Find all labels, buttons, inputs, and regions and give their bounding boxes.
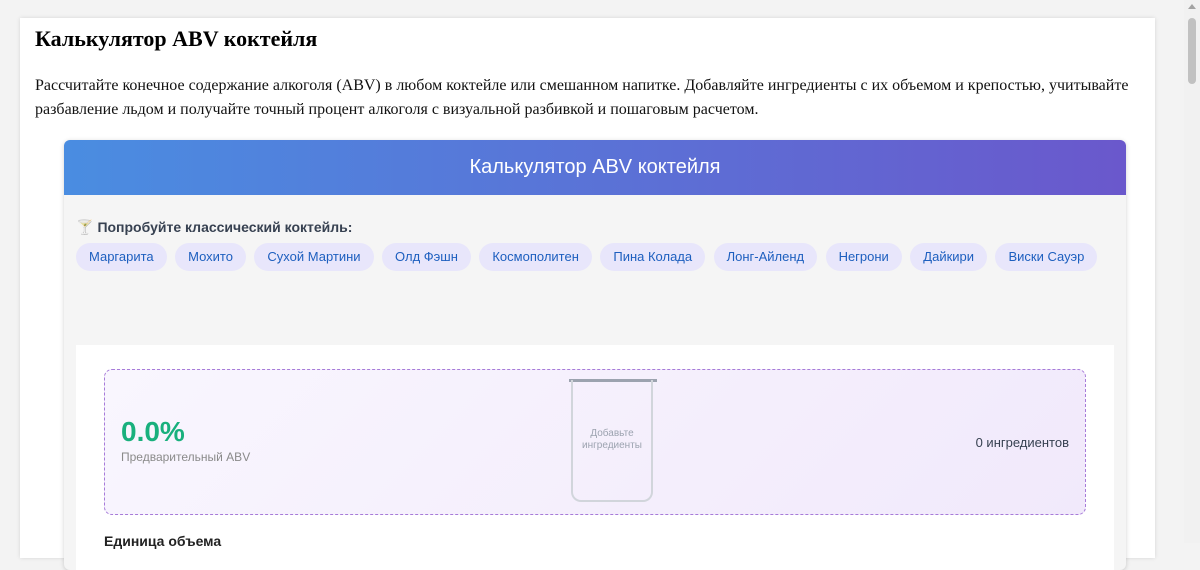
ingredient-count: 0 ингредиентов bbox=[975, 435, 1069, 450]
preset-chip-long-island[interactable]: Лонг-Айленд bbox=[713, 243, 818, 271]
preset-label-text: Попробуйте классический коктейль: bbox=[97, 219, 353, 235]
page-scrollbar[interactable] bbox=[1184, 0, 1200, 543]
preset-chip-mojito[interactable]: Мохито bbox=[175, 243, 246, 271]
page-container: Калькулятор ABV коктейля Рассчитайте кон… bbox=[20, 18, 1155, 570]
preset-chip-daiquiri[interactable]: Дайкири bbox=[910, 243, 988, 271]
preset-section-label: 🍸 Попробуйте классический коктейль: bbox=[76, 219, 352, 236]
preset-chip-pina-colada[interactable]: Пина Колада bbox=[600, 243, 706, 271]
preset-chip-old-fashioned[interactable]: Олд Фэшн bbox=[382, 243, 471, 271]
preset-chip-cosmopolitan[interactable]: Космополитен bbox=[479, 243, 592, 271]
preset-chip-margarita[interactable]: Маргарита bbox=[76, 243, 167, 271]
scroll-up-arrow-icon[interactable] bbox=[1188, 4, 1196, 9]
preset-chip-dry-martini[interactable]: Сухой Мартини bbox=[254, 243, 374, 271]
page-title: Калькулятор ABV коктейля bbox=[35, 26, 318, 51]
glass-placeholder-text: Добавьте ингредиенты bbox=[582, 428, 642, 451]
abv-label: Предварительный ABV bbox=[121, 450, 251, 464]
abv-calculator: Калькулятор ABV коктейля 🍸 Попробуйте кла… bbox=[64, 140, 1126, 570]
volume-unit-label: Единица объема bbox=[104, 533, 222, 549]
abv-preview-card: 0.0% Предварительный ABV Добавьте ингред… bbox=[104, 369, 1086, 515]
scrollbar-thumb[interactable] bbox=[1188, 18, 1196, 84]
preset-chip-negroni[interactable]: Негрони bbox=[825, 243, 902, 271]
page-intro: Рассчитайте конечное содержание алкоголя… bbox=[35, 77, 1129, 118]
cocktail-glass-icon: 🍸 bbox=[76, 219, 94, 235]
calculator-panel: 0.0% Предварительный ABV Добавьте ингред… bbox=[76, 345, 1114, 570]
abv-value: 0.0% bbox=[121, 416, 185, 447]
preset-chip-list: Маргарита Мохито Сухой Мартини Олд Фэшн … bbox=[76, 243, 1116, 279]
preset-chip-whiskey-sour[interactable]: Виски Сауэр bbox=[995, 243, 1098, 271]
calculator-header: Калькулятор ABV коктейля bbox=[64, 140, 1126, 195]
